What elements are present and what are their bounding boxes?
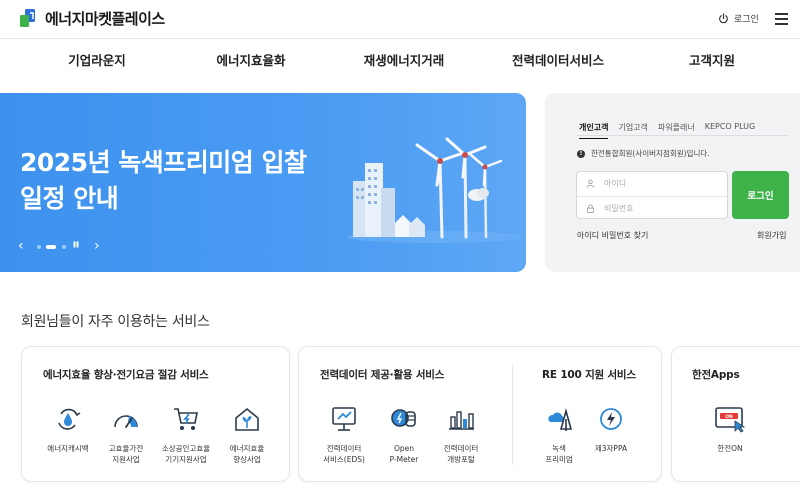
service-card-apps: 한전Apps ON 한전ON — [671, 346, 800, 482]
logo[interactable]: 에너지마켓플레이스 — [18, 7, 165, 29]
cloud-tree-icon — [548, 408, 573, 431]
tab-business[interactable]: 기업고객 — [618, 122, 647, 139]
service-small-business-support[interactable]: 소상공인고효율 기기지원사업 — [156, 405, 216, 465]
banner-title: 2025년 녹색프리미엄 입찰 일정 안내 — [20, 148, 307, 213]
monitor-icon — [332, 407, 356, 431]
lightning-icon — [600, 408, 622, 430]
tab-power-planner[interactable]: 파워플래너 — [658, 122, 695, 139]
user-icon — [586, 179, 595, 188]
speedometer-icon — [114, 415, 138, 428]
slide-dot[interactable] — [37, 245, 41, 249]
svg-text:ON: ON — [725, 414, 733, 420]
lock-icon — [586, 204, 595, 213]
service-efficiency-improvement[interactable]: 에너지효율 향상사업 — [217, 405, 277, 465]
login-fields — [576, 171, 728, 219]
find-id-password-link[interactable]: 아이디 비밀번호 찾기 — [577, 230, 648, 241]
hero-banner[interactable]: 2025년 녹색프리미엄 입찰 일정 안내 ‹ ❚❚ › — [0, 93, 526, 272]
nav-item-customer-support[interactable]: 고객지원 — [689, 50, 735, 69]
password-input[interactable] — [604, 203, 714, 213]
nav-item-energy-efficiency[interactable]: 에너지효율화 — [216, 50, 285, 69]
card-divider — [512, 365, 513, 465]
city-windmill-illustration — [347, 137, 523, 243]
header-login-link[interactable]: 로그인 — [718, 12, 759, 25]
card-subtitle-re100: RE 100 지원 서비스 — [542, 369, 636, 381]
nav-item-renewable-trade[interactable]: 재생에너지거래 — [364, 50, 445, 69]
service-open-data-portal[interactable]: 전력데이터 개방포털 — [431, 405, 491, 465]
service-open-p-meter[interactable]: Open P-Meter — [374, 405, 434, 465]
tab-kepco-plug[interactable]: KEPCO PLUG — [705, 122, 756, 139]
nav-item-power-data[interactable]: 전력데이터서비스 — [512, 50, 604, 69]
shopping-cart-icon — [174, 408, 198, 430]
service-green-premium[interactable]: 녹색 프리미엄 — [529, 405, 589, 465]
info-icon: ! — [577, 149, 585, 158]
power-icon — [719, 13, 728, 24]
meter-icon — [391, 409, 416, 427]
bar-chart-icon — [449, 411, 474, 430]
service-kepco-on[interactable]: ON 한전ON — [700, 405, 760, 454]
password-field — [577, 196, 727, 219]
service-eds[interactable]: 전력데이터 서비스(EDS) — [314, 405, 374, 465]
tab-personal[interactable]: 개인고객 — [579, 122, 609, 139]
login-tabs: 개인고객 기업고객 파워플래너 KEPCO PLUG — [579, 122, 765, 139]
card-title: 한전Apps — [692, 369, 740, 381]
slide-dot[interactable] — [62, 245, 66, 249]
service-card-power-data: 전력데이터 제공·활용 서비스 RE 100 지원 서비스 전력데이터 서비스(… — [298, 346, 662, 482]
login-button[interactable]: 로그인 — [732, 171, 789, 219]
header-login-label: 로그인 — [734, 15, 759, 25]
id-field — [577, 172, 727, 195]
service-energy-cashback[interactable]: 에너지캐시백 — [38, 405, 98, 454]
banner-pause-button[interactable]: ❚❚ — [72, 241, 80, 248]
app-on-icon: ON — [715, 407, 746, 433]
header: 에너지마켓플레이스 로그인 — [0, 0, 800, 39]
logo-text: 에너지마켓플레이스 — [45, 9, 165, 28]
service-appliance-support[interactable]: 고효율가전 지원사업 — [96, 405, 156, 465]
water-cycle-icon — [58, 408, 81, 430]
login-panel: 개인고객 기업고객 파워플래너 KEPCO PLUG ! 한전통합회원(사이버지… — [545, 93, 800, 272]
service-card-efficiency: 에너지효율 향상·전기요금 절감 서비스 에너지캐시백 고효율가전 지원사업 소… — [21, 346, 290, 482]
banner-prev-button[interactable]: ‹ — [18, 238, 24, 254]
section-title: 회원님들이 자주 이용하는 서비스 — [21, 314, 210, 330]
id-input[interactable] — [604, 179, 714, 188]
join-link[interactable]: 회원가입 — [757, 230, 786, 241]
service-third-party-ppa[interactable]: 제3자PPA — [581, 405, 641, 454]
eco-house-icon — [235, 407, 259, 431]
nav-item-business-lounge[interactable]: 기업라운지 — [68, 50, 126, 69]
hamburger-menu-icon[interactable] — [775, 13, 788, 25]
login-notice: ! 한전통합회원(사이버지점회원)입니다. — [577, 148, 710, 159]
login-tab-divider — [577, 135, 789, 136]
banner-next-button[interactable]: › — [94, 238, 100, 254]
card-title: 에너지효율 향상·전기요금 절감 서비스 — [43, 369, 209, 381]
card-title: 전력데이터 제공·활용 서비스 — [320, 369, 445, 381]
main-nav: 기업라운지 에너지효율화 재생에너지거래 전력데이터서비스 고객지원 — [0, 40, 800, 78]
slide-dot-active[interactable] — [46, 245, 56, 249]
logo-icon — [20, 9, 35, 27]
